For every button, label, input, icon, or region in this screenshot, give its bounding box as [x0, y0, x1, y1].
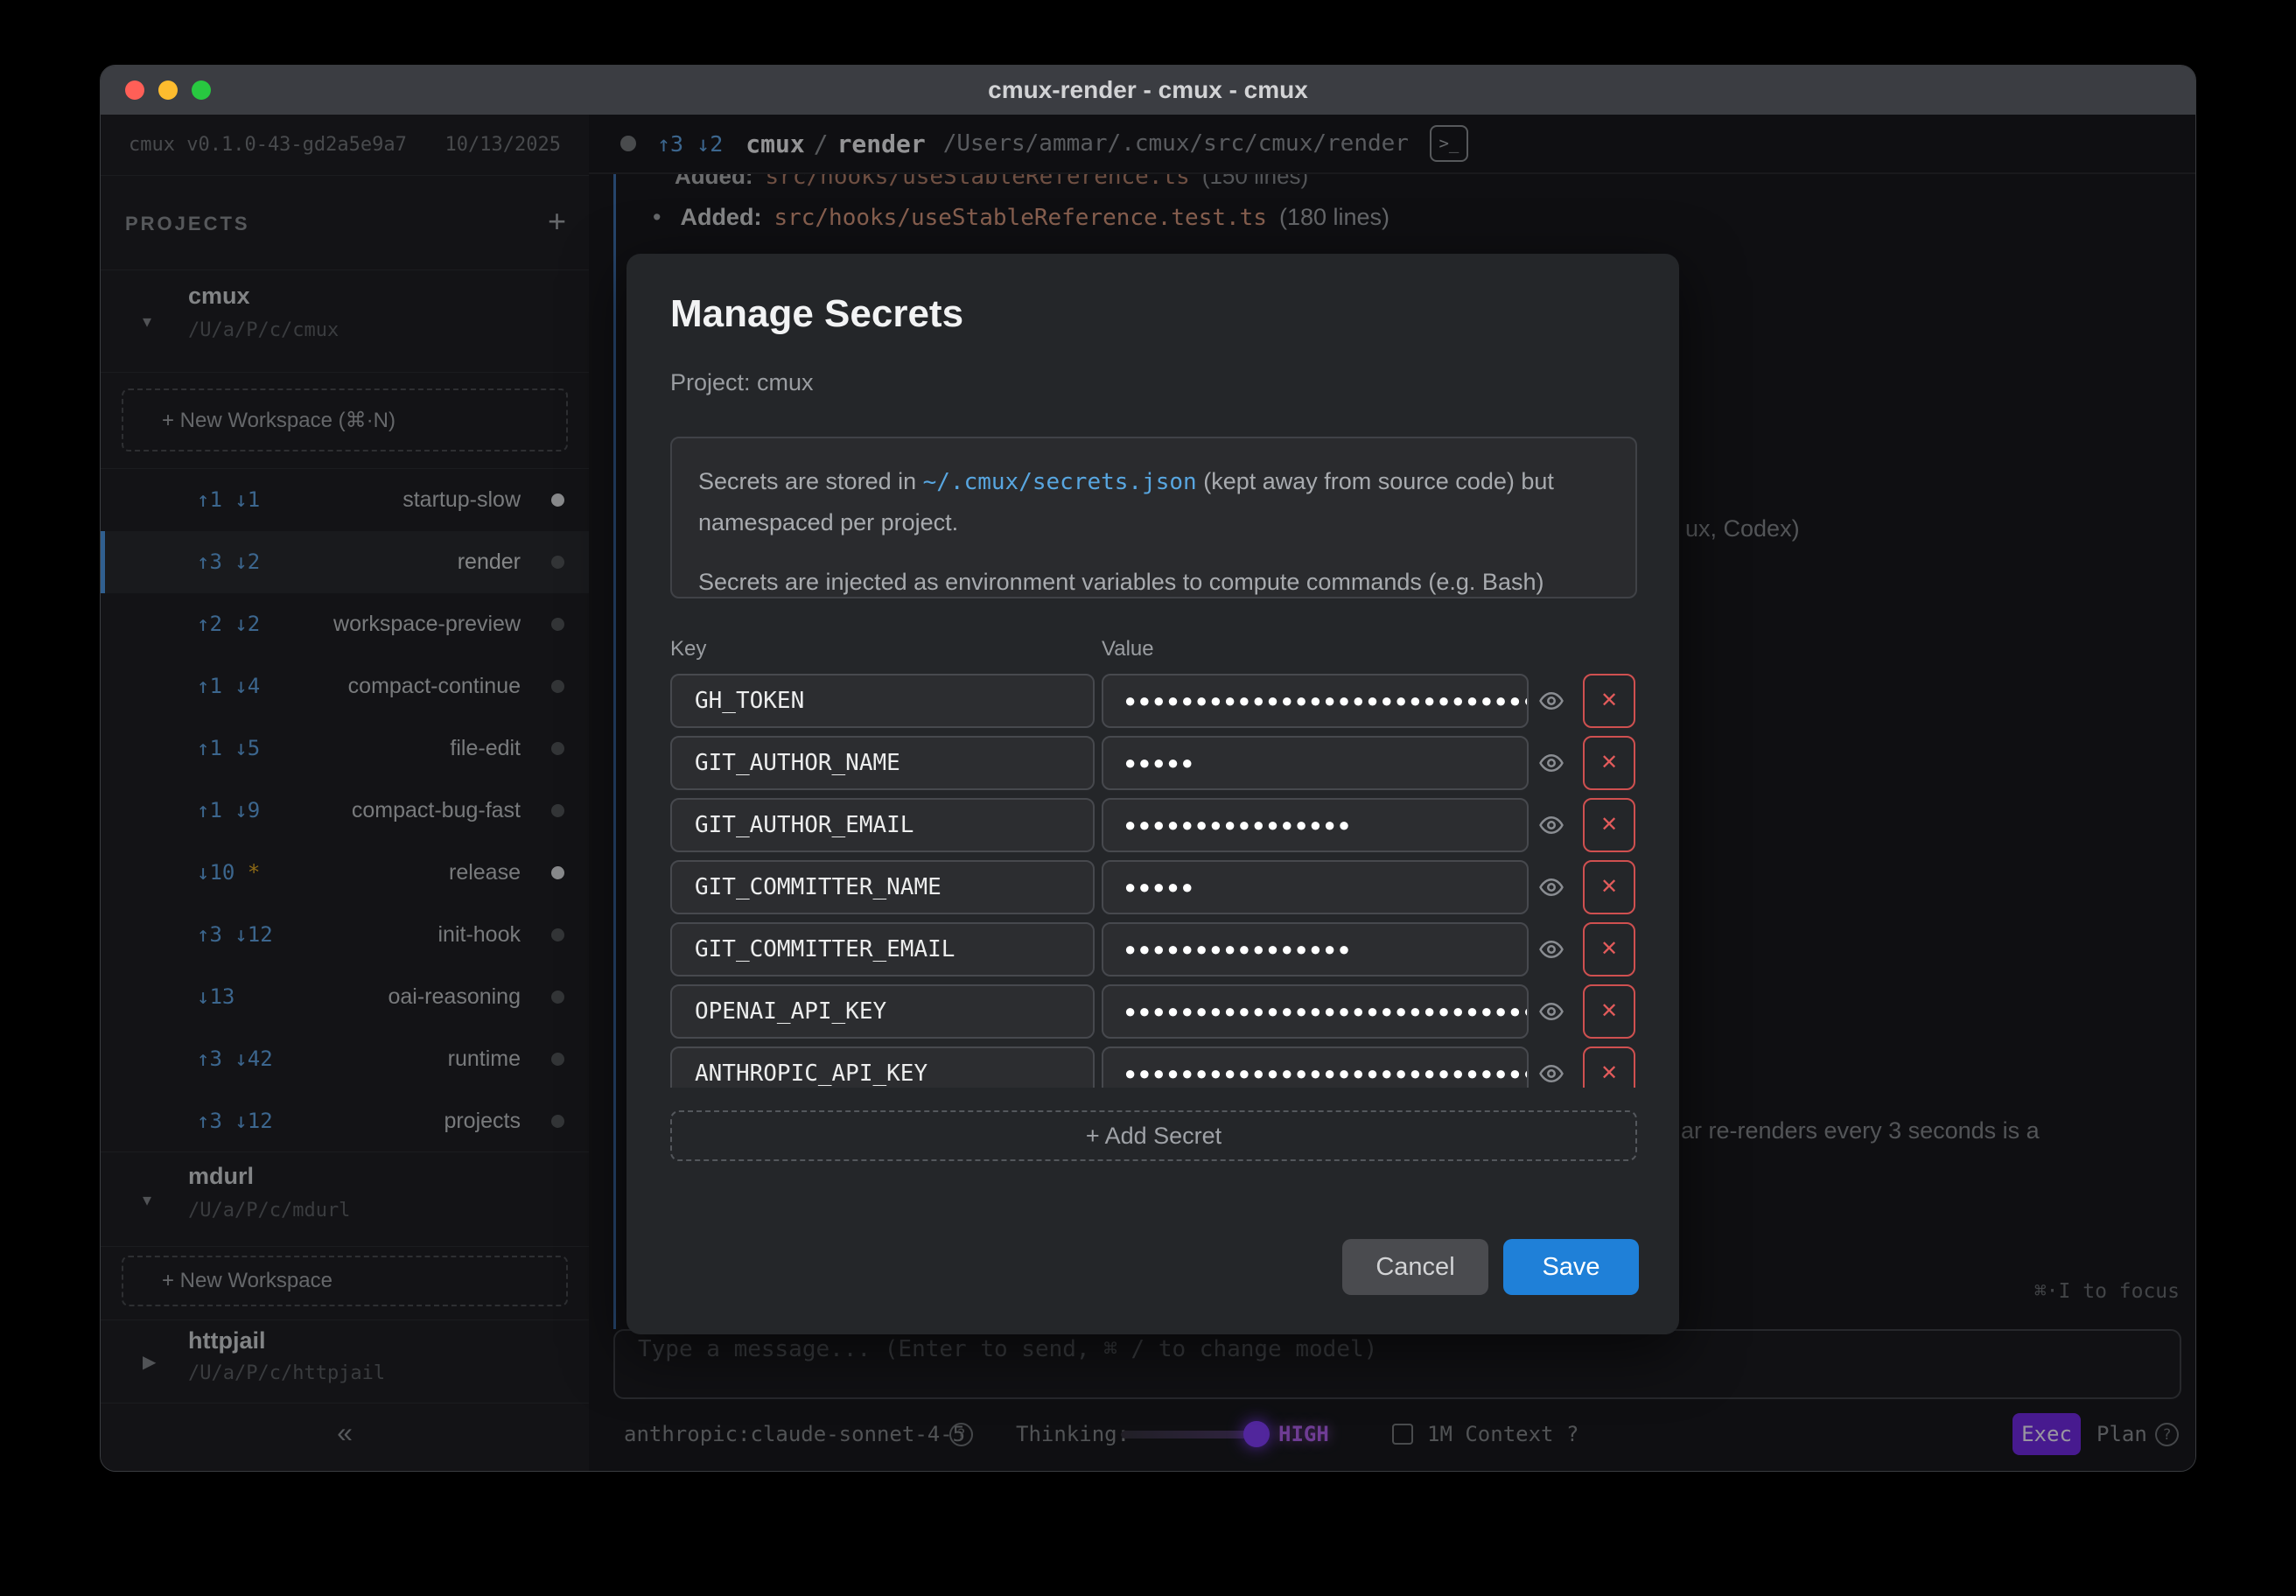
secret-key-input[interactable]: GH_TOKEN — [670, 674, 1095, 728]
modal-title: Manage Secrets — [670, 292, 963, 336]
secret-value-input[interactable]: ●●●●● — [1102, 860, 1529, 914]
cancel-button[interactable]: Cancel — [1342, 1239, 1488, 1295]
secret-row-gh-token: GH_TOKEN ●●●●●●●●●●●●●●●●●●●●●●●●●●●●●●●… — [670, 674, 1637, 728]
key-column-header: Key — [670, 637, 706, 662]
secret-value-input[interactable]: ●●●●● — [1102, 736, 1529, 790]
modal-project-line: Project: cmux — [670, 369, 814, 396]
secret-row-git-committer-name: GIT_COMMITTER_NAME ●●●●● ✕ — [670, 860, 1637, 914]
delete-secret-button[interactable]: ✕ — [1583, 860, 1635, 914]
secret-key-input[interactable]: GIT_COMMITTER_EMAIL — [670, 922, 1095, 976]
app-window: cmux-render - cmux - cmux cmux v0.1.0-43… — [100, 65, 2196, 1472]
titlebar: cmux-render - cmux - cmux — [101, 66, 2195, 115]
show-value-eye-icon[interactable] — [1538, 750, 1564, 776]
info-paragraph-2: Secrets are injected as environment vari… — [698, 562, 1609, 602]
show-value-eye-icon[interactable] — [1538, 998, 1564, 1025]
secret-row-anthropic-api-key: ANTHROPIC_API_KEY ●●●●●●●●●●●●●●●●●●●●●●… — [670, 1046, 1637, 1088]
secret-list: GH_TOKEN ●●●●●●●●●●●●●●●●●●●●●●●●●●●●●●●… — [670, 674, 1637, 1088]
secret-row-openai-api-key: OPENAI_API_KEY ●●●●●●●●●●●●●●●●●●●●●●●●●… — [670, 984, 1637, 1039]
secret-value-input[interactable]: ●●●●●●●●●●●●●●●●●●●●●●●●●●●●●●●● — [1102, 674, 1529, 728]
secret-key-input[interactable]: GIT_AUTHOR_NAME — [670, 736, 1095, 790]
add-secret-button[interactable]: + Add Secret — [670, 1110, 1637, 1161]
window-title: cmux-render - cmux - cmux — [101, 66, 2195, 115]
manage-secrets-modal: Manage Secrets Project: cmux Secrets are… — [626, 254, 1679, 1334]
secret-value-input[interactable]: ●●●●●●●●●●●●●●●● — [1102, 798, 1529, 852]
save-button[interactable]: Save — [1503, 1239, 1639, 1295]
secret-key-input[interactable]: GIT_COMMITTER_NAME — [670, 860, 1095, 914]
show-value-eye-icon[interactable] — [1538, 688, 1564, 714]
secret-row-git-author-email: GIT_AUTHOR_EMAIL ●●●●●●●●●●●●●●●● ✕ — [670, 798, 1637, 852]
delete-secret-button[interactable]: ✕ — [1583, 1046, 1635, 1088]
secrets-info-box: Secrets are stored in ~/.cmux/secrets.js… — [670, 437, 1637, 598]
value-column-header: Value — [1102, 637, 1154, 662]
show-value-eye-icon[interactable] — [1538, 812, 1564, 838]
delete-secret-button[interactable]: ✕ — [1583, 922, 1635, 976]
show-value-eye-icon[interactable] — [1538, 1060, 1564, 1087]
delete-secret-button[interactable]: ✕ — [1583, 736, 1635, 790]
secret-value-input[interactable]: ●●●●●●●●●●●●●●●●●●●●●●●●●●●●●●●● — [1102, 1046, 1529, 1088]
delete-secret-button[interactable]: ✕ — [1583, 674, 1635, 728]
secret-value-input[interactable]: ●●●●●●●●●●●●●●●● — [1102, 922, 1529, 976]
show-value-eye-icon[interactable] — [1538, 936, 1564, 962]
show-value-eye-icon[interactable] — [1538, 874, 1564, 900]
secret-key-input[interactable]: GIT_AUTHOR_EMAIL — [670, 798, 1095, 852]
info-paragraph-1: Secrets are stored in ~/.cmux/secrets.js… — [698, 461, 1609, 542]
secret-row-git-committer-email: GIT_COMMITTER_EMAIL ●●●●●●●●●●●●●●●● ✕ — [670, 922, 1637, 976]
secret-row-git-author-name: GIT_AUTHOR_NAME ●●●●● ✕ — [670, 736, 1637, 790]
secret-value-input[interactable]: ●●●●●●●●●●●●●●●●●●●●●●●●●●●●●●●● — [1102, 984, 1529, 1039]
delete-secret-button[interactable]: ✕ — [1583, 984, 1635, 1039]
delete-secret-button[interactable]: ✕ — [1583, 798, 1635, 852]
secrets-path-link: ~/.cmux/secrets.json — [923, 469, 1197, 495]
secret-key-input[interactable]: ANTHROPIC_API_KEY — [670, 1046, 1095, 1088]
secret-key-input[interactable]: OPENAI_API_KEY — [670, 984, 1095, 1039]
